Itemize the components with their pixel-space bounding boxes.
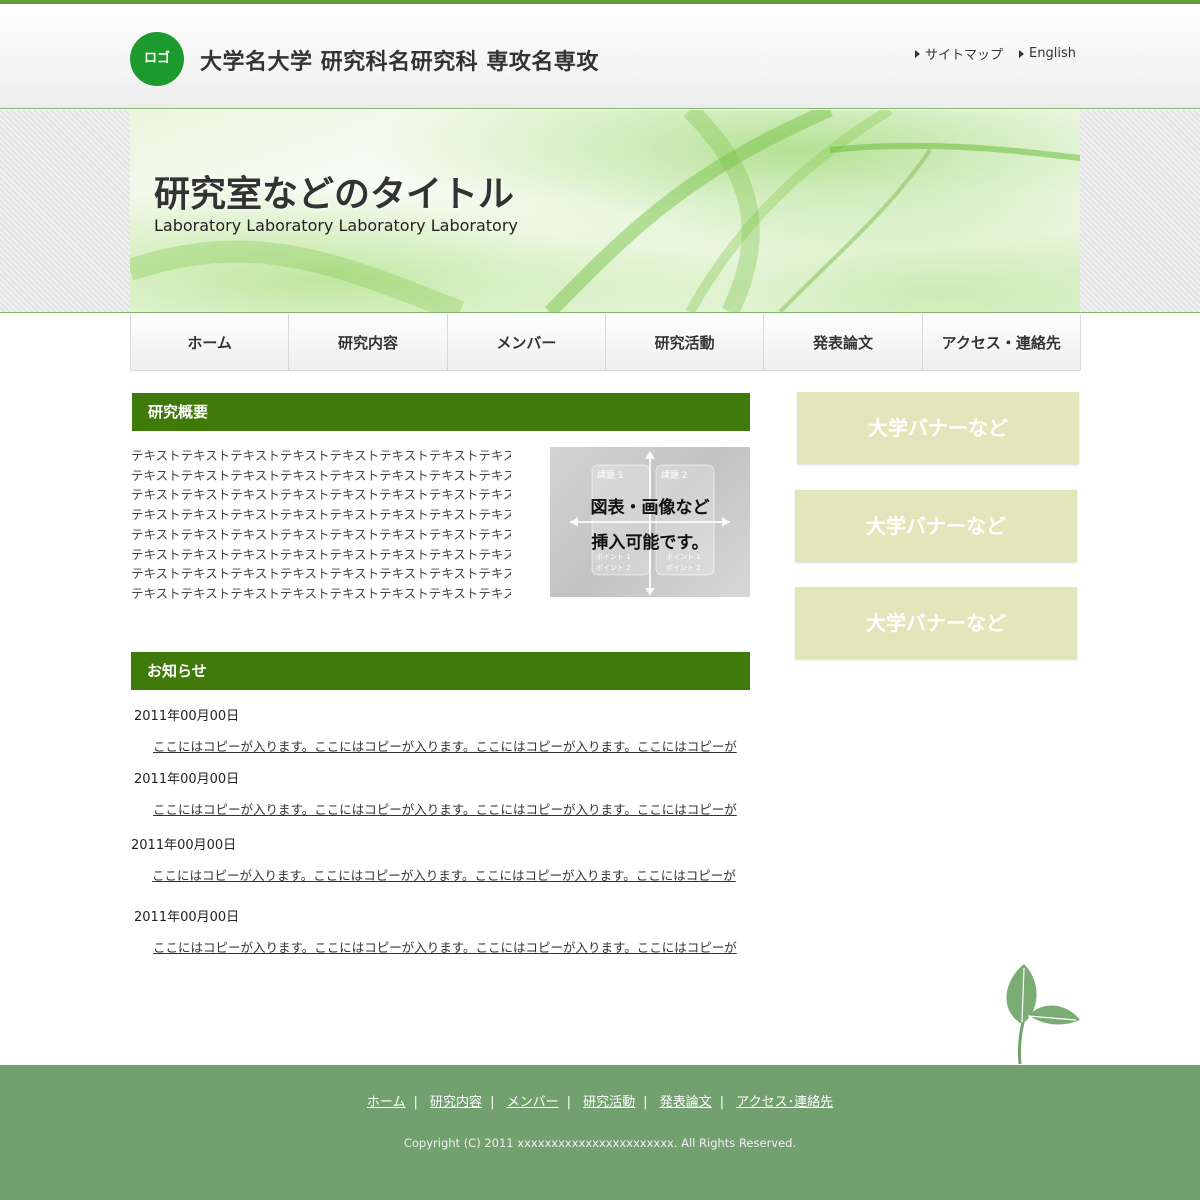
overview-line: テキストテキストテキストテキストテキストテキストテキストテキスト (131, 546, 511, 562)
footer-link-research[interactable]: 研究内容 (430, 1095, 482, 1110)
figure-point2-left: ポイント 2 (596, 564, 631, 572)
site-header: ロゴ 大学名大学 研究科名研究科 専攻名専攻 サイトマップ English (0, 4, 1200, 109)
university-banner[interactable]: 大学バナーなど (797, 392, 1079, 464)
overview-figure: 課題 1 課題 2 ポイント 1 ポイント 2 ポイント 1 ポイント 2 図表… (550, 447, 750, 597)
site-footer: ホーム | 研究内容 | メンバー | 研究活動 | 発表論文 | アクセス･連絡先 Co… (0, 1065, 1200, 1200)
hero-banner: 研究室などのタイトル Laboratory Laboratory Laborat… (130, 110, 1080, 312)
overview-text: テキストテキストテキストテキストテキストテキストテキストテキスト テキストテキス… (131, 446, 511, 604)
nav-item-publications[interactable]: 発表論文 (764, 314, 923, 370)
nav-item-research[interactable]: 研究内容 (289, 314, 448, 370)
hero-subtitle: Laboratory Laboratory Laboratory Laborat… (154, 216, 518, 235)
news-item: 2011年00月00日 ここにはコピーが入ります。ここにはコピーが入ります。ここ… (131, 834, 751, 884)
news-link[interactable]: ここにはコピーが入ります。ここにはコピーが入ります。ここにはコピーが入ります。こ… (131, 937, 751, 956)
overview-line: テキストテキストテキストテキストテキストテキストテキストテキスト (131, 487, 511, 503)
logo[interactable]: ロゴ (130, 32, 184, 86)
figure-point1-right: ポイント 1 (666, 553, 701, 561)
figure-caption-line2: 挿入可能です。 (591, 533, 709, 553)
figure-box1-title: 課題 1 (597, 469, 624, 481)
figure-diagram: 課題 1 課題 2 ポイント 1 ポイント 2 ポイント 1 ポイント 2 (570, 451, 730, 596)
leaf-icon (1006, 964, 1080, 1065)
copyright: Copyright (C) 2011 xxxxxxxxxxxxxxxxxxxxx… (403, 1136, 797, 1150)
overview-line: テキストテキストテキストテキストテキストテキストテキストテキスト (131, 585, 511, 601)
news-link[interactable]: ここにはコピーが入ります。ここにはコピーが入ります。ここにはコピーが入ります。こ… (131, 865, 751, 884)
footer-link-activities[interactable]: 研究活動 (583, 1095, 635, 1110)
sitemap-link-label: サイトマップ (925, 48, 1004, 63)
figure-point1-left: ポイント 1 (596, 553, 631, 561)
footer-link-home[interactable]: ホーム (367, 1095, 406, 1110)
figure-box2-title: 課題 2 (661, 469, 688, 481)
english-link[interactable]: English (1019, 44, 1076, 63)
figure-point2-right: ポイント 2 (666, 564, 701, 572)
nav-item-access[interactable]: アクセス・連絡先 (923, 314, 1080, 370)
overview-line: テキストテキストテキストテキストテキストテキストテキストテキスト (131, 448, 511, 463)
university-banner[interactable]: 大学バナーなど (795, 587, 1077, 659)
sitemap-link[interactable]: サイトマップ (915, 44, 1003, 63)
footer-links: ホーム | 研究内容 | メンバー | 研究活動 | 発表論文 | アクセス･連絡先 (366, 1095, 834, 1110)
news-item: 2011年00月00日 ここにはコピーが入ります。ここにはコピーが入ります。ここ… (131, 768, 751, 818)
news-item: 2011年00月00日 ここにはコピーが入ります。ここにはコピーが入ります。ここ… (131, 705, 751, 755)
footer-link-members[interactable]: メンバー (507, 1095, 559, 1110)
news-item: 2011年00月00日 ここにはコピーが入ります。ここにはコピーが入ります。ここ… (131, 906, 751, 956)
news-date: 2011年00月00日 (134, 709, 240, 724)
overview-line: テキストテキストテキストテキストテキストテキストテキストテキスト (131, 467, 511, 483)
overview-line: テキストテキストテキストテキストテキストテキストテキストテキスト (131, 526, 511, 542)
triangle-right-icon (1019, 49, 1025, 58)
overview-heading: 研究概要 (132, 393, 750, 431)
triangle-right-icon (915, 49, 921, 58)
figure-caption-line1: 図表・画像など (590, 498, 710, 518)
overview-line: テキストテキストテキストテキストテキストテキストテキストテキスト (131, 507, 511, 523)
news-date: 2011年00月00日 (131, 838, 237, 853)
news-link[interactable]: ここにはコピーが入ります。ここにはコピーが入ります。ここにはコピーが入ります。こ… (131, 799, 751, 818)
university-banner[interactable]: 大学バナーなど (795, 490, 1077, 562)
nav-item-home[interactable]: ホーム (131, 314, 290, 370)
english-link-label: English (1029, 46, 1076, 61)
footer-link-publications[interactable]: 発表論文 (660, 1095, 712, 1110)
site-title: 大学名大学 研究科名研究科 専攻名専攻 (200, 50, 599, 75)
news-date: 2011年00月00日 (134, 772, 240, 787)
footer-link-access[interactable]: アクセス･連絡先 (736, 1095, 833, 1110)
nav-item-activities[interactable]: 研究活動 (606, 314, 765, 370)
main-nav: ホーム 研究内容 メンバー 研究活動 発表論文 アクセス・連絡先 (130, 314, 1081, 371)
hero-title: 研究室などのタイトル (154, 174, 515, 215)
header-links: サイトマップ English (915, 44, 1076, 63)
overview-line: テキストテキストテキストテキストテキストテキストテキストテキスト (131, 566, 511, 582)
news-heading: お知らせ (131, 652, 750, 690)
nav-item-members[interactable]: メンバー (448, 314, 606, 370)
news-link[interactable]: ここにはコピーが入ります。ここにはコピーが入ります。ここにはコピーが入ります。こ… (131, 736, 751, 755)
news-date: 2011年00月00日 (134, 910, 240, 925)
